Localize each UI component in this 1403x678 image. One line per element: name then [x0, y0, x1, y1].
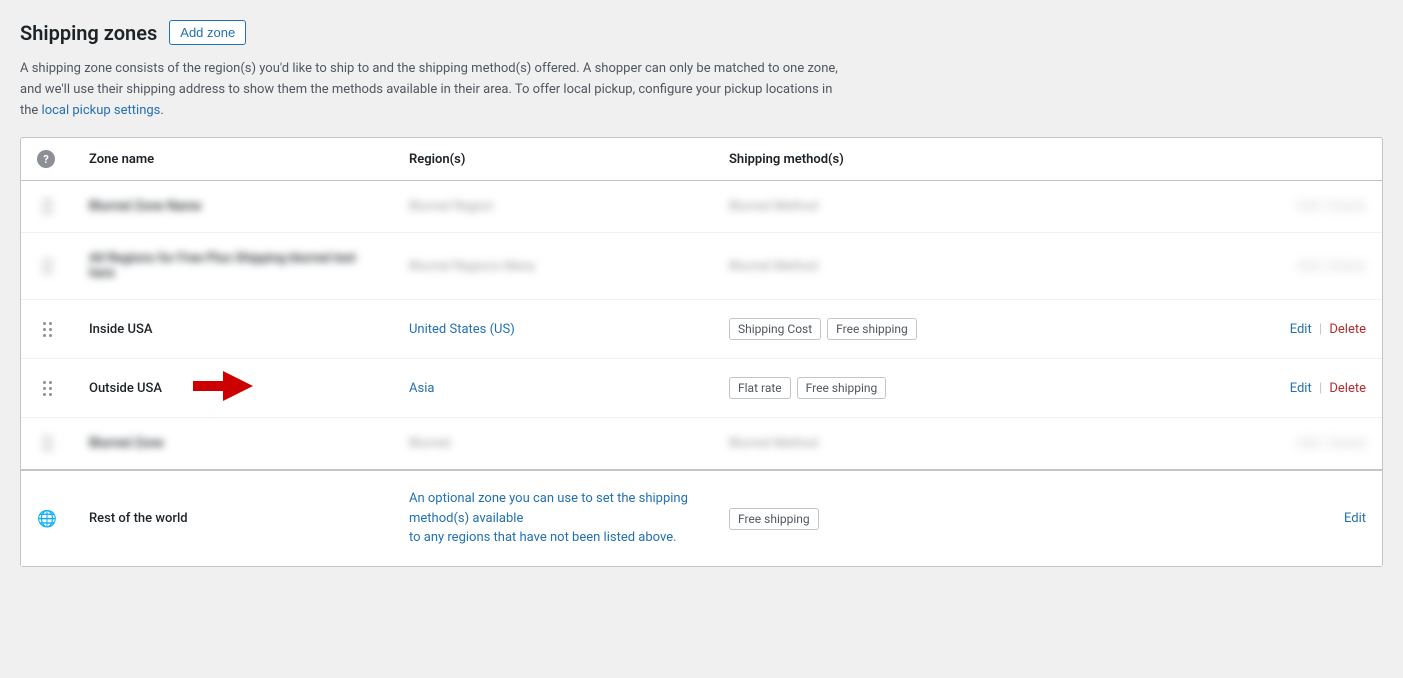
region-blurred-1: Blurred Region [409, 199, 494, 214]
page-title: Shipping zones [20, 21, 157, 45]
table-row: All Regions for Free Plus Shipping blurr… [21, 233, 1382, 300]
table-header-help: ? [21, 138, 73, 181]
shipping-zones-table: ? Zone name Region(s) Shipping method(s) [20, 137, 1383, 567]
delete-link-inside-usa[interactable]: Delete [1329, 322, 1366, 337]
drag-handle-blurred-3[interactable] [37, 436, 57, 451]
help-icon[interactable]: ? [37, 150, 55, 168]
table-header-zone-name: Zone name [73, 138, 393, 181]
actions-blurred-1: Edit | Delete [1298, 199, 1366, 214]
methods-blurred-1: Blurred Method [729, 199, 818, 214]
table-row-inside-usa: Inside USA United States (US) Shipping C… [21, 300, 1382, 359]
table-row-rest-of-world: 🌐 Rest of the world An optional zone you… [21, 470, 1382, 566]
table-header-actions [1161, 138, 1382, 181]
delete-link-outside-usa[interactable]: Delete [1329, 381, 1366, 396]
methods-rest-of-world: Free shipping [729, 508, 1145, 530]
zone-name-rest-of-world: Rest of the world [89, 511, 188, 526]
edit-link-outside-usa[interactable]: Edit [1290, 381, 1312, 396]
free-shipping-badge-rest: Free shipping [729, 508, 819, 530]
edit-link-rest-of-world[interactable]: Edit [1344, 511, 1366, 526]
table-row: Blurred Zone Blurred Blurred Method Edit… [21, 418, 1382, 471]
table-row: Blurred Zone Name Blurred Region Blurred… [21, 181, 1382, 233]
add-zone-button[interactable]: Add zone [169, 20, 246, 45]
drag-handle-outside-usa[interactable] [37, 381, 57, 396]
drag-handle[interactable] [37, 199, 57, 214]
zone-name-inside-usa: Inside USA [89, 322, 152, 337]
free-shipping-badge-outside: Free shipping [797, 377, 887, 399]
table-header-row: ? Zone name Region(s) Shipping method(s) [21, 138, 1382, 181]
action-separator: | [1319, 322, 1322, 337]
methods-inside-usa: Shipping Cost Free shipping [729, 318, 1145, 340]
rest-of-world-description: An optional zone you can use to set the … [409, 489, 697, 548]
free-shipping-badge-inside: Free shipping [827, 318, 917, 340]
actions-blurred-2: Edit | Delete [1298, 259, 1366, 274]
red-arrow-indicator [193, 371, 253, 405]
methods-blurred-2: Blurred Method [729, 259, 818, 274]
table-header-shipping-methods: Shipping method(s) [713, 138, 1161, 181]
local-pickup-settings-link[interactable]: local pickup settings [42, 103, 161, 118]
region-blurred-2: Blurred Regions Many [409, 259, 535, 274]
action-separator-2: | [1319, 381, 1322, 396]
zone-name-blurred-1: Blurred Zone Name [89, 199, 201, 214]
page-description: A shipping zone consists of the region(s… [20, 59, 840, 121]
region-link-outside-usa[interactable]: Asia [409, 381, 434, 396]
zone-name-blurred-2: All Regions for Free Plus Shipping blurr… [89, 251, 356, 281]
drag-handle-inside-usa[interactable] [37, 322, 57, 337]
actions-blurred-3: Edit | Delete [1298, 436, 1366, 451]
zone-name-outside-usa: Outside USA [89, 381, 162, 396]
globe-icon: 🌐 [37, 509, 57, 528]
table-header-regions: Region(s) [393, 138, 713, 181]
zone-name-blurred-3: Blurred Zone [89, 436, 164, 451]
table-row-outside-usa: Outside USA Asia Flat rate Free shipping [21, 359, 1382, 418]
methods-blurred-3: Blurred Method [729, 436, 818, 451]
edit-link-inside-usa[interactable]: Edit [1290, 322, 1312, 337]
methods-outside-usa: Flat rate Free shipping [729, 377, 1145, 399]
shipping-cost-badge: Shipping Cost [729, 318, 821, 340]
region-link-inside-usa[interactable]: United States (US) [409, 322, 515, 337]
drag-handle[interactable] [37, 259, 57, 274]
region-blurred-3: Blurred [409, 436, 450, 451]
flat-rate-badge: Flat rate [729, 377, 791, 399]
